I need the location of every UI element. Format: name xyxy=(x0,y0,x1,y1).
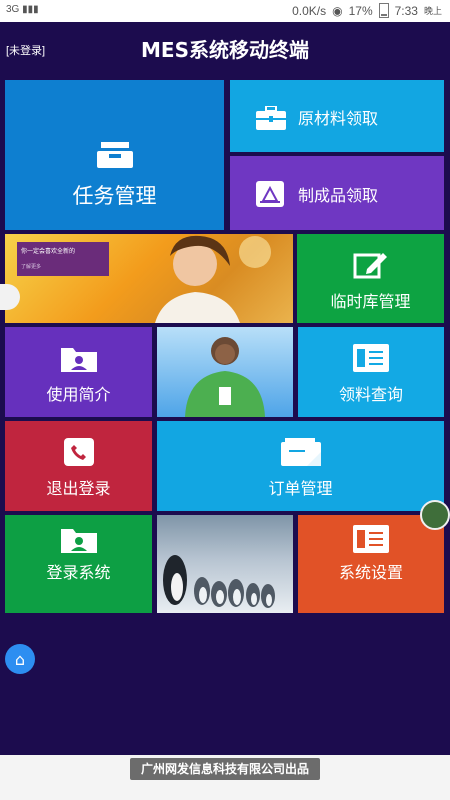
penguin-photo xyxy=(163,555,275,608)
user-folder-icon xyxy=(60,525,97,557)
network-indicator: 3G ▮▮▮ xyxy=(6,4,39,15)
signal-icon: ▮▮▮ xyxy=(22,4,39,15)
briefcase-icon xyxy=(256,105,286,134)
tile-login-label: 登录系统 xyxy=(46,563,111,582)
clock: 7:33 xyxy=(394,3,418,18)
battery-level: 17% xyxy=(348,3,373,18)
inbox-tray-icon xyxy=(96,142,133,172)
tile-temp-storage-label: 临时库管理 xyxy=(330,292,411,311)
status-bar: 3G ▮▮▮ 0.0K/s ◉ 17% 7:33 晚上 xyxy=(0,0,450,22)
page-title: MES系统移动终端 xyxy=(141,38,309,62)
network-type: 3G xyxy=(6,4,20,15)
tile-logout-label: 退出登录 xyxy=(46,479,111,498)
floating-avatar-icon[interactable] xyxy=(420,500,450,530)
tile-temp-storage[interactable]: 临时库管理 xyxy=(297,234,444,323)
banner-subtext: 了解更多 xyxy=(21,264,42,270)
banner-sign: 你一定会喜欢全新的 了解更多 xyxy=(17,242,109,276)
footer-credit: 广州网发信息科技有限公司出品 xyxy=(130,758,320,780)
factory-box-icon xyxy=(256,181,284,211)
toolbox-icon: ⌂ xyxy=(14,649,26,669)
banner-text: 你一定会喜欢全新的 xyxy=(21,248,76,255)
battery-icon xyxy=(378,3,389,18)
person-photo xyxy=(185,337,265,417)
person-photo-tile[interactable] xyxy=(157,327,293,417)
status-right: 0.0K/s ◉ 17% 7:33 晚上 xyxy=(292,3,442,18)
tile-finished-goods[interactable]: 制成品领取 xyxy=(230,156,444,230)
edit-icon xyxy=(353,251,389,283)
tile-orders[interactable]: 订单管理 xyxy=(157,421,444,511)
tile-raw-materials[interactable]: 原材料领取 xyxy=(230,80,444,152)
tile-raw-materials-label: 原材料领取 xyxy=(298,109,379,128)
order-box-icon xyxy=(280,438,321,470)
phone-icon xyxy=(62,438,96,470)
tile-intro[interactable]: 使用简介 xyxy=(5,327,152,417)
tile-settings[interactable]: 系统设置 xyxy=(298,515,444,613)
tile-logout[interactable]: 退出登录 xyxy=(5,421,152,511)
tile-material-query-label: 领料查询 xyxy=(338,385,403,404)
tile-settings-label: 系统设置 xyxy=(338,563,403,582)
settings-card-icon xyxy=(353,525,389,557)
user-folder-icon xyxy=(60,344,97,376)
floating-toolbox-button[interactable]: ⌂ xyxy=(5,644,35,674)
clock-period: 晚上 xyxy=(423,6,442,16)
contact-card-icon xyxy=(353,344,389,376)
app-screen: [未登录] MES系统移动终端 任务管理 原材料领取 制成品领取 你一定会喜欢全… xyxy=(0,22,450,755)
tile-task-management[interactable]: 任务管理 xyxy=(5,80,224,230)
promo-banner[interactable]: 你一定会喜欢全新的 了解更多 xyxy=(5,234,293,323)
tile-material-query[interactable]: 领料查询 xyxy=(298,327,444,417)
tile-intro-label: 使用简介 xyxy=(46,385,111,404)
tile-login[interactable]: 登录系统 xyxy=(5,515,152,613)
wifi-icon: ◉ xyxy=(332,3,343,18)
tile-finished-goods-label: 制成品领取 xyxy=(298,186,379,205)
tile-orders-label: 订单管理 xyxy=(268,479,333,498)
penguin-photo-tile[interactable] xyxy=(157,515,293,613)
tile-task-management-label: 任务管理 xyxy=(72,184,157,208)
network-speed: 0.0K/s xyxy=(292,3,327,18)
